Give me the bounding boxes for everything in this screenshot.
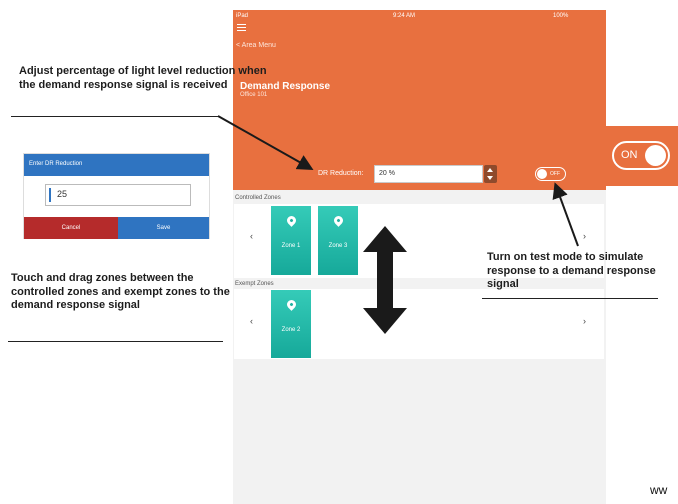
dr-reduction-dialog-input[interactable]: 25 bbox=[45, 184, 191, 206]
reduction-callout: Adjust percentage of light level reducti… bbox=[19, 65, 267, 91]
test-mode-toggle[interactable]: OFF bbox=[535, 167, 566, 181]
app-header: iPad 9:24 AM 100% < Area Menu Demand Res… bbox=[233, 10, 606, 190]
stepper-down-icon[interactable] bbox=[487, 176, 493, 180]
location-pin-icon bbox=[332, 214, 345, 227]
battery-level: 100% bbox=[553, 13, 569, 19]
dialog-input-value: 25 bbox=[57, 189, 68, 199]
drag-double-arrow-icon bbox=[363, 226, 407, 334]
zone-label: Zone 2 bbox=[281, 327, 301, 333]
chevron-right-icon[interactable]: › bbox=[583, 231, 586, 241]
zone-label: Zone 3 bbox=[328, 243, 348, 249]
stepper-up-icon[interactable] bbox=[487, 168, 493, 172]
location-pin-icon bbox=[285, 214, 298, 227]
page-subtitle: Office 101 bbox=[240, 92, 268, 98]
dialog-title: Enter DR Reduction bbox=[24, 154, 209, 176]
text-cursor bbox=[49, 188, 51, 202]
exempt-zones-label: Exempt Zones bbox=[235, 281, 274, 287]
hamburger-menu-icon[interactable] bbox=[237, 24, 246, 31]
location-pin-icon bbox=[285, 298, 298, 311]
clock: 9:24 AM bbox=[393, 13, 416, 19]
callout-underline bbox=[11, 116, 218, 117]
on-toggle[interactable]: ON bbox=[612, 141, 670, 170]
test-mode-state: OFF bbox=[550, 171, 560, 177]
zone-tile-1[interactable]: Zone 1 bbox=[271, 206, 311, 275]
carrier-label: iPad bbox=[236, 13, 249, 19]
test-mode-callout: Turn on test mode to simulate response t… bbox=[487, 251, 656, 290]
dr-reduction-dialog: Enter DR Reduction 25 Cancel Save bbox=[23, 153, 210, 239]
zone-label: Zone 1 bbox=[281, 243, 301, 249]
save-button[interactable]: Save bbox=[118, 217, 209, 239]
chevron-left-icon[interactable]: ‹ bbox=[250, 231, 253, 241]
toggle-knob bbox=[645, 145, 666, 166]
watermark: ww bbox=[650, 483, 668, 497]
cancel-button[interactable]: Cancel bbox=[24, 217, 118, 239]
exempt-zones-panel: ‹ Zone 2 › bbox=[234, 289, 604, 359]
chevron-left-icon[interactable]: ‹ bbox=[250, 316, 253, 326]
dr-reduction-input[interactable]: 20 % bbox=[374, 165, 483, 183]
callout-underline bbox=[482, 298, 658, 299]
zone-tile-2[interactable]: Zone 2 bbox=[271, 290, 311, 358]
back-to-area-menu-link[interactable]: < Area Menu bbox=[236, 42, 276, 49]
toggle-knob bbox=[537, 169, 547, 179]
dr-reduction-stepper[interactable] bbox=[484, 165, 497, 183]
on-toggle-label: ON bbox=[621, 149, 638, 161]
chevron-right-icon[interactable]: › bbox=[583, 316, 586, 326]
callout-underline bbox=[8, 341, 223, 342]
controlled-zones-label: Controlled Zones bbox=[235, 195, 281, 201]
dr-reduction-label: DR Reduction: bbox=[318, 170, 364, 177]
zone-tile-3[interactable]: Zone 3 bbox=[318, 206, 358, 275]
drag-zones-callout: Touch and drag zones between the control… bbox=[11, 272, 230, 311]
